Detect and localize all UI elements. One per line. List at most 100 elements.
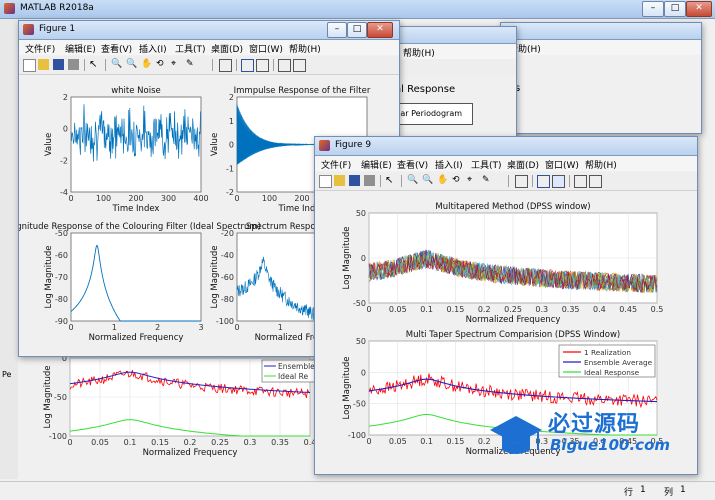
bg-b-titlebar[interactable] [501,23,701,40]
insert-legend-icon[interactable] [552,175,565,188]
menu-window[interactable]: 窗口(W) [545,158,579,171]
multitaper-x-tick-label: 0.45 [619,305,637,314]
white-noise-title: white Noise [111,86,161,96]
bg-a-menubar: 帮助(H) [381,44,516,59]
white-noise-axes: 0 100 200 300 400 2 0 -2 -4 white Noise Time Index… [44,86,209,214]
menu-view[interactable]: 查看(V) [101,42,132,55]
white-noise-y-tick-label: 0 [63,125,68,134]
menu-help[interactable]: 帮助(H) [289,42,321,55]
edit-plot-arrow-icon[interactable]: ↖ [89,59,100,70]
figure-1-minimize-button[interactable]: – [327,22,347,38]
data-cursor-icon[interactable]: ⌖ [171,59,182,70]
print-icon[interactable] [68,59,79,70]
brush-icon[interactable]: ✎ [186,59,197,70]
spectrum-response-x-tick-label: 0 [234,323,239,332]
link-plot-icon[interactable] [219,59,232,72]
minimize-button[interactable]: – [642,1,664,17]
pan-hand-icon[interactable]: ✋ [141,59,152,70]
figure-9-titlebar[interactable]: Figure 9 [315,137,697,156]
white-noise-y-tick-label: 2 [63,93,68,102]
bg-a-toolbar [381,59,516,75]
watermark-text: 必过源码 [548,412,641,437]
figure-1-title: Figure 1 [39,24,76,34]
save-icon[interactable] [53,59,64,70]
menu-desktop[interactable]: 桌面(D) [211,42,243,55]
menu-help[interactable]: 帮助(H) [585,158,617,171]
new-figure-icon[interactable] [319,175,332,188]
watermark-subtext: Bigue100.com [550,436,670,454]
menu-desktop[interactable]: 桌面(D) [507,158,539,171]
spectrum-response-y-tick-label: -20 [221,229,234,238]
bg-a-menu-help[interactable]: 帮助(H) [403,46,435,59]
row-label: 行 [624,488,634,498]
menu-file[interactable]: 文件(F) [321,158,351,171]
zoom-out-icon[interactable]: 🔍 [126,59,137,70]
menu-tools[interactable]: 工具(T) [175,42,206,55]
open-file-icon[interactable] [38,59,49,70]
colouring-filter-x-tick-label: 2 [155,323,160,332]
white-noise-x-tick-label: 300 [161,194,176,203]
matlab-titlebar[interactable]: MATLAB R2018a – □ ✕ [0,0,715,19]
spectrum-response-y-tick-label: -80 [221,295,234,304]
comparison-x-tick-label: 0 [366,437,371,446]
background-figure-b[interactable]: 帮助(H) s [500,22,702,134]
main-left-strip [0,19,19,479]
menu-edit[interactable]: 编辑(E) [65,42,96,55]
menu-window[interactable]: 窗口(W) [249,42,283,55]
hide-plot-tools-icon[interactable] [574,175,587,188]
pan-hand-icon[interactable]: ✋ [437,175,448,186]
col-label: 列 [664,488,674,498]
figure-1-maximize-button[interactable]: □ [347,22,367,38]
toolbar-separator [212,59,213,71]
lower-plot-axes: 0 0.05 0.1 0.15 0.2 0.25 0.3 0.35 0.40-50-100Nor… [43,354,319,458]
impulse-response-title: Immpulse Response of the Filter [234,86,371,96]
bg-a-titlebar[interactable] [381,27,516,44]
data-cursor-icon[interactable]: ⌖ [467,175,478,186]
menu-insert[interactable]: 插入(I) [435,158,463,171]
background-figure-a[interactable]: 帮助(H) al Response gular Periodogram [380,26,517,138]
menu-edit[interactable]: 编辑(E) [361,158,392,171]
colouring-filter-y-tick-label: -90 [55,317,68,326]
insert-colorbar-icon[interactable] [241,59,254,72]
multitaper-y-tick-label: 50 [356,209,366,218]
link-plot-icon[interactable] [515,175,528,188]
figure-1-toolbar: ↖ 🔍 🔍 ✋ ⟲ ⌖ ✎ [19,56,399,75]
figure-icon [23,24,34,35]
show-plot-tools-icon[interactable] [293,59,306,72]
insert-colorbar-icon[interactable] [537,175,550,188]
menu-insert[interactable]: 插入(I) [139,42,167,55]
close-button[interactable]: ✕ [686,1,712,17]
zoom-in-icon[interactable]: 🔍 [111,59,122,70]
edit-plot-arrow-icon[interactable]: ↖ [385,175,396,186]
comparison-title: Multi Taper Spectrum Comparision (DPSS W… [406,330,620,340]
colouring-filter-x-tick-label: 3 [198,323,203,332]
figure-1-titlebar[interactable]: Figure 1 – □ ✕ [19,21,399,40]
status-bar: 行 1 列 1 [0,481,715,500]
new-figure-icon[interactable] [23,59,36,72]
comparison-legend-entry: Ensemble Average [584,358,653,367]
lower-legend-entry: Ensemble [278,362,315,371]
menu-file[interactable]: 文件(F) [25,42,55,55]
insert-legend-icon[interactable] [256,59,269,72]
hide-plot-tools-icon[interactable] [278,59,291,72]
maximize-button[interactable]: □ [664,1,686,17]
zoom-in-icon[interactable]: 🔍 [407,175,418,186]
figure-1-close-button[interactable]: ✕ [367,22,393,38]
show-plot-tools-icon[interactable] [589,175,602,188]
print-icon[interactable] [364,175,375,186]
background-lower-plot: 0 0.05 0.1 0.15 0.2 0.25 0.3 0.35 0.4 0 -50 -100 Nor… [18,352,319,480]
toolbar-separator [532,175,533,187]
toolbar-separator [401,175,402,187]
open-file-icon[interactable] [334,175,345,186]
white-noise-x-tick-label: 400 [193,194,208,203]
menu-tools[interactable]: 工具(T) [471,158,502,171]
colouring-filter-y-label: Log Magnitude [44,246,54,309]
brush-icon[interactable]: ✎ [482,175,493,186]
save-icon[interactable] [349,175,360,186]
rotate-3d-icon[interactable]: ⟲ [452,175,463,186]
zoom-out-icon[interactable]: 🔍 [422,175,433,186]
multitaper-axes: 0 0.05 0.1 0.15 0.2 0.25 0.3 0.35 0.4 0.45 0.5500-… [342,202,663,325]
multitaper-x-tick-label: 0.25 [504,305,522,314]
menu-view[interactable]: 查看(V) [397,158,428,171]
rotate-3d-icon[interactable]: ⟲ [156,59,167,70]
